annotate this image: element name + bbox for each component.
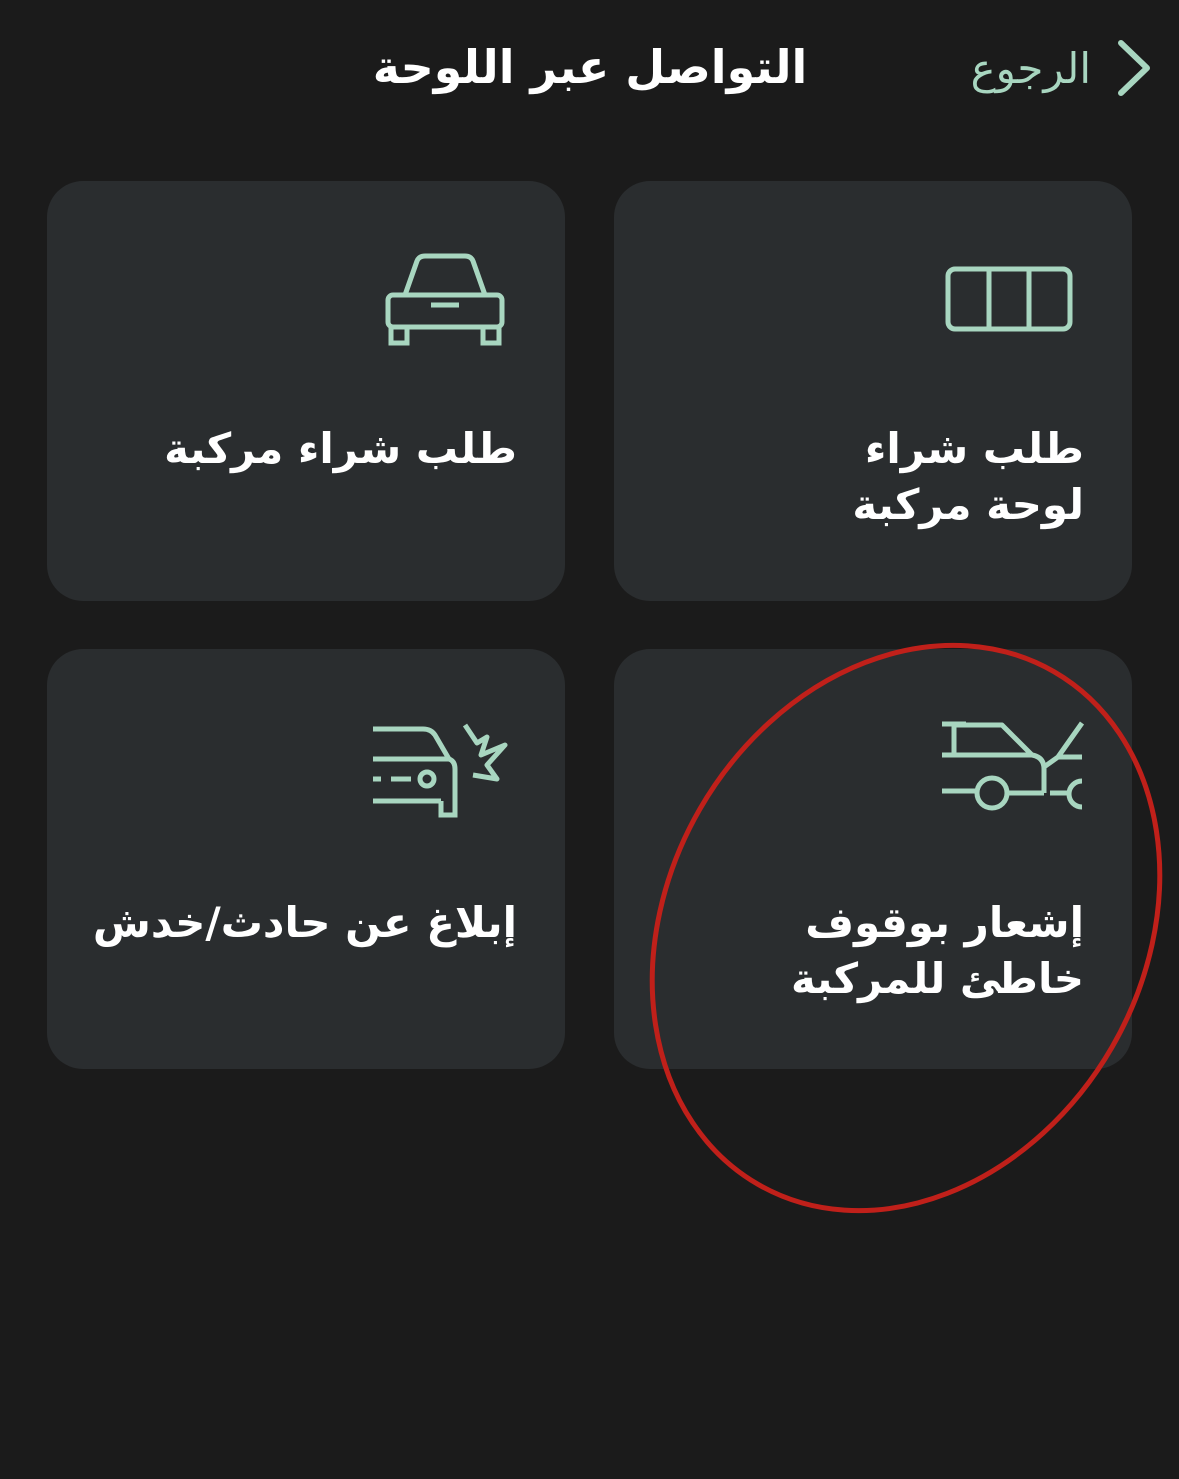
back-button[interactable]: الرجوع xyxy=(971,30,1155,106)
blocked-car-icon xyxy=(942,721,1085,811)
options-grid: طلب شراء لوحة مركبة طلب شراء مركبة إشعار xyxy=(47,181,1132,1069)
card-buy-vehicle[interactable]: طلب شراء مركبة xyxy=(47,181,565,601)
card-label: إبلاغ عن حادث/خدش xyxy=(92,898,517,947)
card-wrong-parking[interactable]: إشعار بوقوف خاطئ للمركبة xyxy=(614,649,1132,1069)
card-buy-plate[interactable]: طلب شراء لوحة مركبة xyxy=(614,181,1132,601)
car-crash-icon xyxy=(373,723,508,818)
card-report-accident[interactable]: إبلاغ عن حادث/خدش xyxy=(47,649,565,1069)
card-label: طلب شراء لوحة مركبة xyxy=(852,424,1084,529)
chevron-right-icon xyxy=(1118,40,1150,96)
card-label: طلب شراء مركبة xyxy=(164,424,517,473)
page-title: التواصل عبر اللوحة xyxy=(372,40,808,94)
car-front-icon xyxy=(385,253,505,346)
license-plate-icon xyxy=(945,266,1073,332)
back-label: الرجوع xyxy=(970,43,1091,93)
card-label: إشعار بوقوف خاطئ للمركبة xyxy=(791,898,1084,1003)
